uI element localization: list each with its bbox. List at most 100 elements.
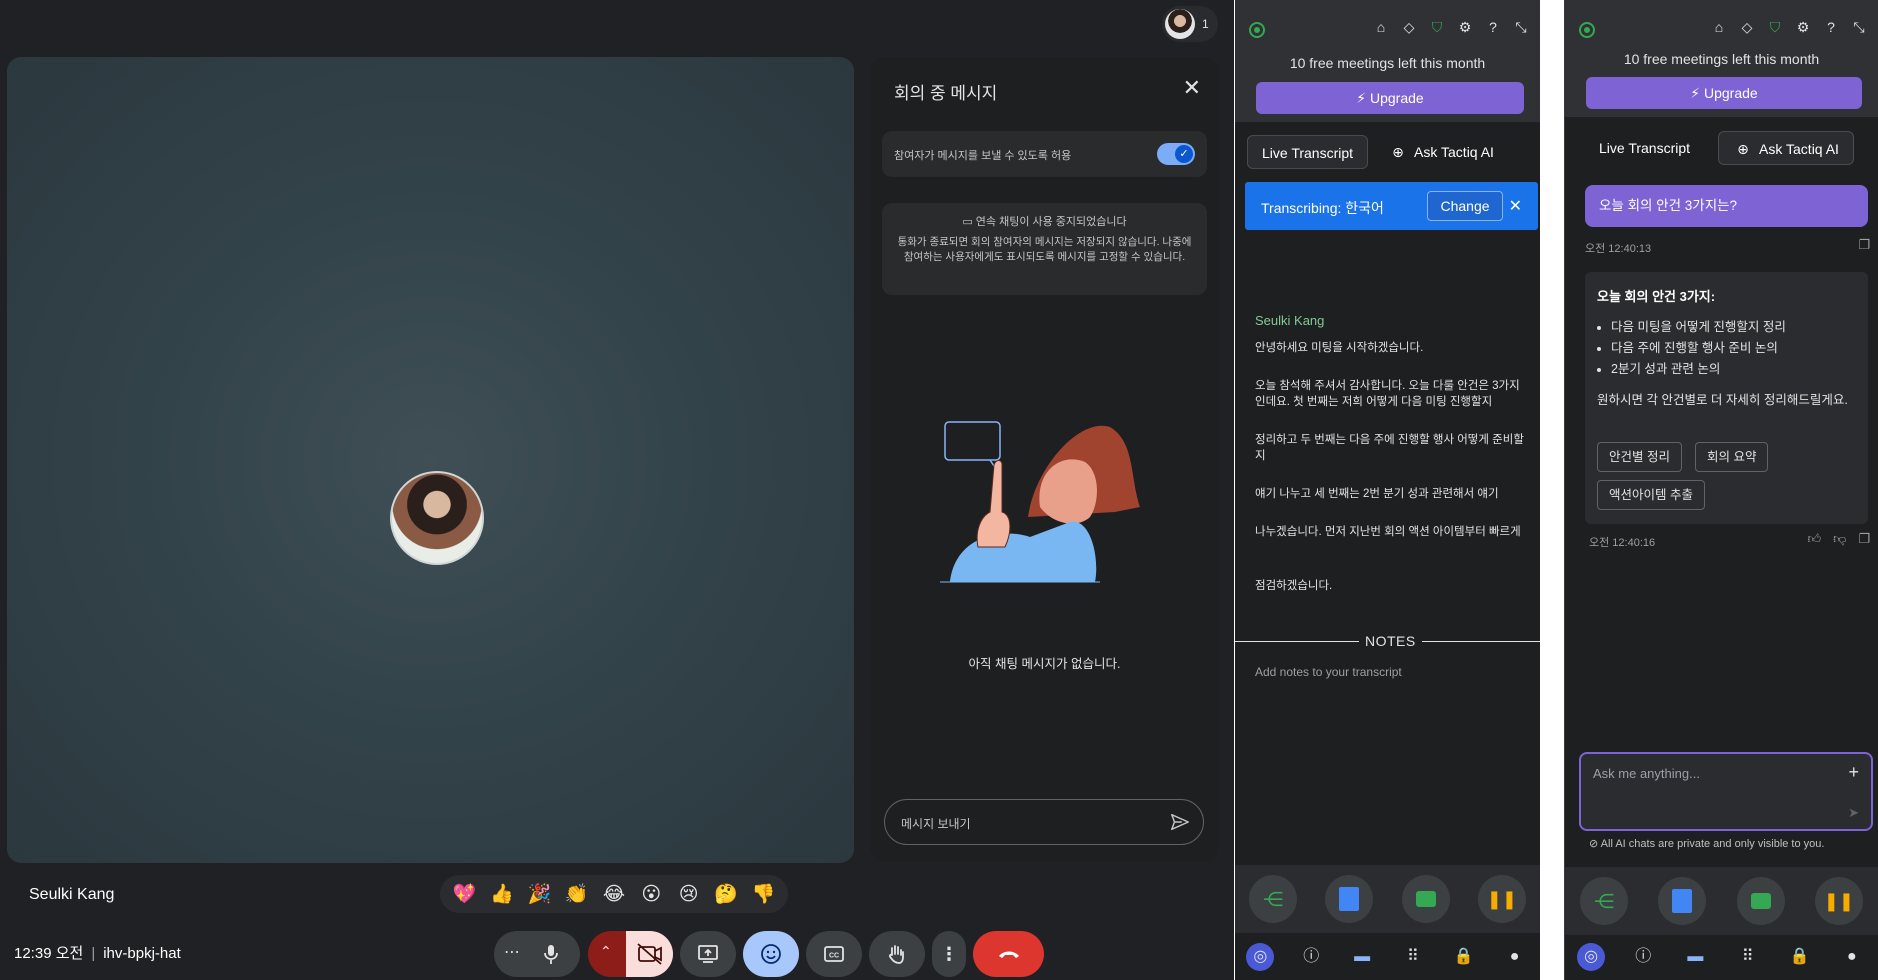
copy-icon[interactable]: ❐	[1858, 237, 1870, 253]
reaction-thinking[interactable]: 🤔	[709, 882, 743, 906]
copy-icon[interactable]: ❐	[1858, 531, 1870, 547]
send-icon[interactable]: ➤	[1848, 805, 1859, 821]
user-question-bubble: 오늘 회의 안건 3가지는?	[1585, 185, 1868, 227]
camera-toggle-button[interactable]	[626, 931, 673, 977]
pause-button[interactable]: ❚❚	[1477, 875, 1526, 923]
change-language-button[interactable]: Change	[1427, 191, 1503, 221]
google-docs-button[interactable]	[1658, 877, 1707, 925]
ai-chat-icon: ⊕	[1392, 144, 1404, 160]
docs-icon	[1672, 889, 1693, 913]
more-audio-options-icon[interactable]: ⋯	[504, 942, 524, 962]
close-icon[interactable]: ✕	[1509, 196, 1522, 216]
google-docs-button[interactable]	[1325, 875, 1374, 923]
transcribing-banner: Transcribing: 한국어 Change ✕	[1245, 182, 1538, 230]
microphone-icon[interactable]	[536, 941, 566, 967]
allow-messages-toggle[interactable]: ✓	[1157, 143, 1195, 165]
help-icon[interactable]: ?	[1822, 18, 1840, 36]
pause-button[interactable]: ❚❚	[1814, 877, 1863, 925]
tactiq-header-icons: ⌂ ◇ ⛉ ⚙ ? ⤡	[1372, 18, 1530, 36]
suggestion-chip[interactable]: 회의 요약	[1695, 442, 1769, 472]
gear-icon[interactable]: ⚙	[1456, 18, 1474, 36]
privacy-note: ⊘ All AI chats are private and only visi…	[1589, 837, 1824, 850]
eraser-icon[interactable]: ◇	[1738, 18, 1756, 36]
share-button[interactable]: ⋲	[1580, 877, 1629, 925]
transcript-line: 나누겠습니다. 먼저 지난번 회의 액션 아이템부터 빠르게	[1255, 526, 1521, 538]
info-icon[interactable]: ⓘ	[1297, 943, 1325, 971]
raise-hand-button[interactable]	[869, 931, 925, 977]
tab-ask-tactiq-ai[interactable]: ⊕ Ask Tactiq AI	[1718, 131, 1854, 165]
apps-grid-icon[interactable]: ⠿	[1399, 943, 1427, 971]
mic-icon[interactable]: ●	[1838, 943, 1866, 971]
check-icon: ✓	[1175, 145, 1193, 163]
minimize-icon[interactable]: ⤡	[1850, 18, 1868, 36]
reaction-clap[interactable]: 👏	[560, 882, 594, 906]
chat-icon[interactable]: ▬	[1681, 943, 1709, 971]
home-icon[interactable]: ⌂	[1372, 18, 1390, 36]
transcript-line: 오늘 참석해 주셔서 감사합니다. 오늘 다룰 안건은 3가지인데요. 첫 번째…	[1255, 380, 1520, 408]
lock-icon[interactable]: 🔒	[1786, 943, 1814, 971]
present-screen-button[interactable]	[680, 931, 736, 977]
thumbs-down-icon[interactable]: 👎︎	[1833, 531, 1846, 547]
captions-button[interactable]: CC	[806, 931, 862, 977]
reaction-party[interactable]: 🎉	[522, 882, 556, 906]
send-icon[interactable]	[1169, 811, 1191, 833]
chat-icon[interactable]: ▬	[1348, 943, 1376, 971]
end-call-button[interactable]	[973, 931, 1044, 977]
suggestion-chip[interactable]: 액션아이템 추출	[1597, 480, 1705, 510]
reaction-sad[interactable]: 😢	[672, 883, 706, 906]
tab-ask-tactiq-ai[interactable]: ⊕ Ask Tactiq AI	[1374, 135, 1508, 169]
screenshot-button[interactable]	[1736, 877, 1785, 925]
gear-icon[interactable]: ⚙	[1794, 18, 1812, 36]
recording-icon	[1579, 22, 1595, 38]
chat-message-input[interactable]: 메시지 보내기	[884, 799, 1204, 845]
screenshot-button[interactable]	[1401, 875, 1450, 923]
upgrade-button[interactable]: ⚡ Upgrade	[1586, 77, 1862, 109]
camera-icon	[1750, 893, 1771, 909]
people-chip[interactable]: 1	[1162, 6, 1218, 42]
help-icon[interactable]: ?	[1484, 18, 1502, 36]
share-button[interactable]: ⋲	[1249, 875, 1298, 923]
suggestion-chip[interactable]: 안건별 정리	[1597, 442, 1682, 472]
reactions-button[interactable]	[743, 931, 799, 977]
reaction-laugh[interactable]: 😂	[597, 883, 631, 906]
thumbs-up-icon[interactable]: 👍︎	[1808, 531, 1822, 547]
notes-input[interactable]: Add notes to your transcript	[1255, 665, 1402, 679]
shield-icon[interactable]: ⛉	[1428, 18, 1446, 36]
list-item: 2분기 성과 관련 논의	[1611, 359, 1856, 380]
reaction-sparkling-heart[interactable]: 💖	[448, 882, 482, 906]
home-icon[interactable]: ⌂	[1710, 18, 1728, 36]
upgrade-button[interactable]: ⚡ Upgrade	[1256, 82, 1524, 114]
tactiq-logo-icon[interactable]: ◎	[1577, 943, 1606, 971]
transcript-line: 정리하고 두 번째는 다음 주에 진행할 행사 어떻게 준비할지	[1255, 434, 1524, 462]
captions-icon: CC	[824, 946, 844, 962]
lock-icon[interactable]: 🔒	[1450, 943, 1478, 971]
more-options-button[interactable]: ⋮	[932, 931, 966, 977]
reaction-thumbs-down[interactable]: 👎	[746, 882, 780, 906]
tactiq-bottom-nav: ◎ ⓘ ▬ ⠿ 🔒 ●	[1565, 940, 1878, 974]
mic-icon[interactable]: ●	[1501, 943, 1529, 971]
apps-grid-icon[interactable]: ⠿	[1734, 943, 1762, 971]
ask-ai-input[interactable]: Ask me anything... + ➤	[1579, 752, 1873, 831]
privacy-note-text: All AI chats are private and only visibl…	[1600, 838, 1825, 850]
minimize-icon[interactable]: ⤡	[1512, 18, 1530, 36]
tab-live-transcript[interactable]: Live Transcript	[1577, 131, 1712, 165]
free-meetings-left: 10 free meetings left this month	[1623, 51, 1820, 67]
speaker-name: Seulki Kang	[1255, 313, 1325, 328]
ai-chat-icon: ⊕	[1737, 141, 1749, 157]
camera-off-icon	[637, 943, 662, 965]
tab-live-transcript[interactable]: Live Transcript	[1247, 135, 1369, 169]
chevron-up-icon[interactable]: ⌃	[600, 943, 612, 960]
participant-video-tile: Seulki Kang	[7, 57, 854, 903]
info-icon[interactable]: ⓘ	[1629, 943, 1657, 971]
reaction-surprised[interactable]: 😮	[634, 883, 668, 906]
tactiq-logo-icon[interactable]: ◎	[1246, 943, 1275, 971]
close-icon[interactable]: ✕	[1183, 77, 1201, 99]
ai-answer-heading: 오늘 회의 안건 3가지:	[1597, 289, 1716, 304]
eye-off-icon: ⊘	[1589, 838, 1599, 850]
shield-icon[interactable]: ⛉	[1766, 18, 1784, 36]
tactiq-header-icons: ⌂ ◇ ⛉ ⚙ ? ⤡	[1710, 18, 1868, 36]
reaction-thumbs-up[interactable]: 👍	[485, 882, 519, 906]
answer-timestamp: 오전 12:40:16	[1589, 537, 1656, 549]
eraser-icon[interactable]: ◇	[1400, 18, 1418, 36]
add-icon[interactable]: +	[1848, 762, 1859, 783]
